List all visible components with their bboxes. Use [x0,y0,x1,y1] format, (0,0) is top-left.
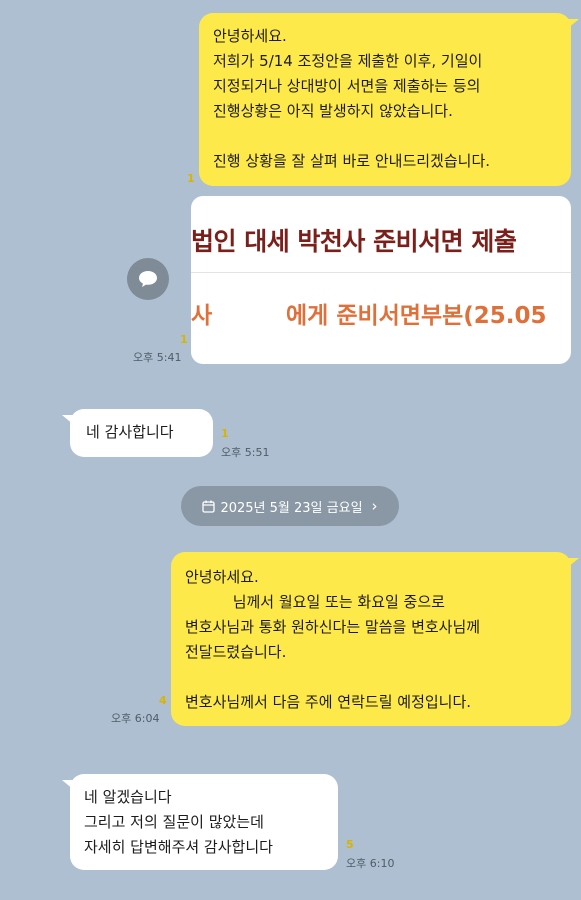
unread-count: 4 [159,694,167,707]
message-bubble-outgoing[interactable]: 안녕하세요. 님께서 월요일 또는 화요일 중으로 변호사님과 통화 원하신다는… [171,552,579,726]
message-time: 오후 6:04 [111,712,160,725]
message-bubble-incoming[interactable]: 네 알겠습니다 그리고 저의 질문이 많았는데 자세히 답변해주셔 감사합니다 [62,774,338,870]
message-time: 오후 6:10 [346,857,395,870]
message-bubble-outgoing[interactable]: 안녕하세요. 저희가 5/14 조정안을 제출한 이후, 기일이 지정되거나 상… [199,13,579,186]
image-divider [191,272,571,273]
chevron-right-icon: › [371,497,378,515]
image-text-line: 에게 준비서면부본(25.05 [286,303,547,329]
share-button[interactable] [127,258,169,300]
message-time: 오후 5:51 [221,446,270,459]
image-text-line: 사 [191,303,213,329]
message-time: 오후 5:41 [133,351,182,364]
image-text-line: 법인 대세 박천사 준비서면 제출 [191,227,517,256]
unread-count: 5 [346,838,354,851]
date-divider[interactable]: 2025년 5월 23일 금요일 › [181,486,399,526]
unread-count: 1 [187,172,195,185]
date-divider-label: 2025년 5월 23일 금요일 [220,500,363,516]
unread-count: 1 [221,427,229,440]
calendar-icon [202,500,216,513]
shared-image-attachment[interactable]: 법인 대세 박천사 준비서면 제출 사 에게 준비서면부본(25.05 [191,196,571,364]
share-icon [139,271,157,287]
unread-count: 1 [180,333,188,346]
message-bubble-incoming[interactable]: 네 감사합니다 [62,409,213,457]
